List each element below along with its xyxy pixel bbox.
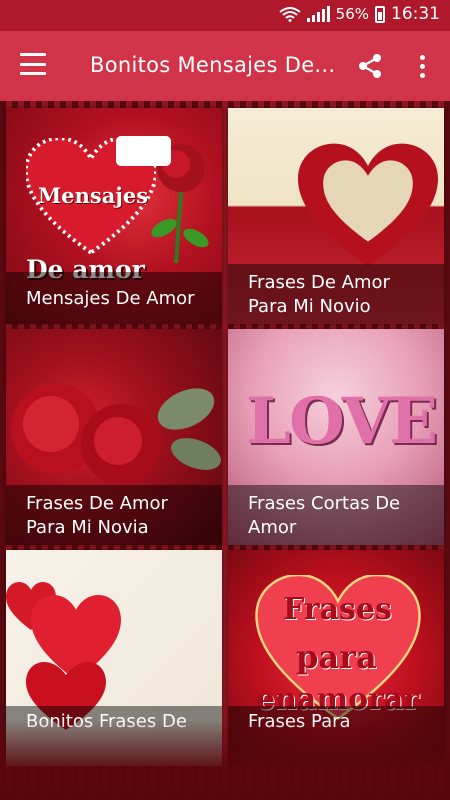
card-label: Bonitos Frases De	[6, 706, 222, 766]
overflow-menu-icon[interactable]	[412, 51, 432, 81]
app-title: Bonitos Mensajes De...	[90, 53, 336, 77]
battery-percent: 56%	[335, 5, 369, 23]
app-bar: Bonitos Mensajes De...	[0, 31, 450, 101]
card-bonitos-frases[interactable]: Bonitos Frases De	[6, 550, 222, 766]
card-frases-novio[interactable]: Frases De Amor Para Mi Novio	[228, 108, 444, 324]
art-text-frases: Frases	[283, 592, 392, 627]
hamburger-menu-icon[interactable]	[20, 53, 46, 75]
speech-bubble-icon	[116, 136, 171, 166]
art-text-love: LOVE	[246, 384, 438, 459]
status-bar: 56% 16:31	[0, 0, 450, 31]
heart-image	[298, 143, 438, 267]
clock: 16:31	[391, 4, 440, 24]
card-label: Mensajes De Amor	[6, 272, 222, 324]
card-frases-novia[interactable]: Frases De Amor Para Mi Novia	[6, 329, 222, 545]
art-text-mensajes: Mensajes	[38, 183, 149, 208]
card-grid: Mensajes De amor Mensajes De Amor Frases…	[0, 101, 450, 800]
share-icon[interactable]	[355, 51, 385, 81]
card-frases-cortas[interactable]: LOVE Frases Cortas De Amor	[228, 329, 444, 545]
cell-signal-icon	[306, 6, 330, 22]
roses-image	[11, 384, 221, 484]
wifi-icon	[279, 7, 301, 22]
art-text-para: para	[296, 638, 377, 676]
battery-icon	[375, 5, 385, 23]
card-label: Frases Para	[228, 706, 444, 766]
card-label: Frases De Amor Para Mi Novio	[228, 264, 444, 324]
status-icons: 56% 16:31	[279, 4, 440, 24]
card-mensajes-de-amor[interactable]: Mensajes De amor Mensajes De Amor	[6, 108, 222, 324]
card-frases-para[interactable]: Frases para enamorar Frases Para	[228, 550, 444, 766]
card-label: Frases Cortas De Amor	[228, 485, 444, 545]
card-label: Frases De Amor Para Mi Novia	[6, 485, 222, 545]
